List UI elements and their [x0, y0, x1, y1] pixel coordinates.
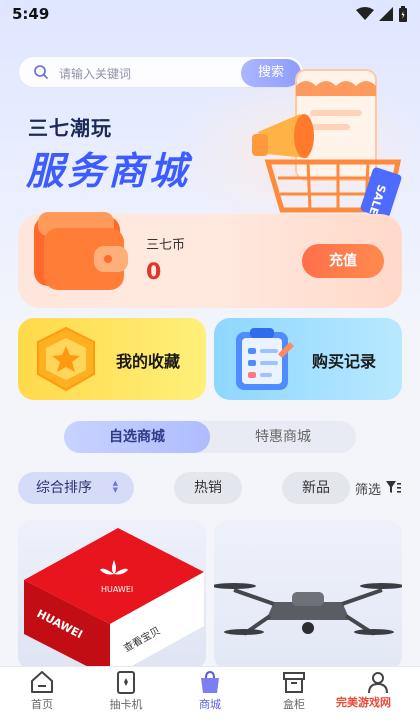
coin-balance-card: 三七币 0 充值 — [18, 212, 402, 308]
nav-label: 商城 — [199, 698, 221, 711]
coin-label: 三七币 — [146, 238, 186, 253]
status-icons — [356, 6, 408, 22]
wifi-icon — [356, 7, 374, 20]
profile-icon — [368, 672, 388, 694]
brand-subtitle: 三七潮玩 — [28, 116, 112, 140]
signal-icon — [379, 7, 393, 21]
coin-value: 0 — [146, 260, 162, 285]
star-badge-icon — [37, 326, 95, 392]
battery-icon — [399, 6, 407, 22]
nav-item-box-cabinet[interactable]: 盒柜 — [264, 669, 324, 719]
search-input[interactable]: 请输入关键词 — [59, 65, 131, 82]
search-icon — [34, 65, 48, 79]
filter-button[interactable]: 筛选 — [355, 479, 381, 498]
brand-title: 服务商城 — [26, 149, 191, 193]
nav-item-home[interactable]: 首页 — [12, 669, 72, 719]
sort-composite-button[interactable]: 综合排序 ▲ ▼ — [18, 472, 134, 504]
home-icon — [31, 671, 53, 693]
bottom-navigation: 首页 抽卡机 商城 盒柜 — [0, 666, 420, 720]
recharge-button[interactable]: 充值 — [302, 244, 384, 278]
wallet-icon — [34, 212, 128, 290]
nav-label: 抽卡机 — [109, 698, 143, 711]
card-machine-icon — [117, 671, 135, 694]
sort-hot-button[interactable]: 热销 — [174, 472, 242, 504]
purchases-label: 购买记录 — [312, 352, 377, 371]
nav-item-mall[interactable]: 商城 — [180, 669, 240, 719]
sort-arrows-icon: ▲ ▼ — [112, 479, 118, 494]
tab-self-select-mall[interactable]: 自选商城 — [64, 421, 210, 453]
shopping-bag-icon — [201, 670, 219, 693]
filter-icon[interactable] — [385, 479, 401, 495]
favorites-label: 我的收藏 — [116, 352, 181, 371]
clipboard-list-icon — [236, 328, 294, 390]
nav-item-card-machine[interactable]: 抽卡机 — [96, 669, 156, 719]
status-bar: 5:49 — [0, 0, 420, 28]
product-card[interactable] — [214, 520, 402, 670]
watermark: 完美游戏网 — [336, 696, 391, 709]
megaphone-cart-illustration: SALE — [252, 69, 402, 219]
box-brand-text: HUAWEI — [101, 585, 133, 594]
status-time: 5:49 — [12, 5, 50, 23]
purchase-records-tile[interactable]: 购买记录 — [214, 318, 402, 400]
favorites-tile[interactable]: 我的收藏 — [18, 318, 206, 400]
mall-segment-control: 自选商城 特惠商城 — [64, 421, 356, 453]
sort-new-button[interactable]: 新品 — [282, 472, 350, 504]
product-card[interactable]: HUAWEI HUAWEI 查看宝贝 — [18, 520, 206, 670]
tab-special-offer-mall[interactable]: 特惠商城 — [210, 421, 356, 453]
drone-image — [214, 583, 402, 636]
nav-label: 首页 — [31, 698, 53, 711]
sort-composite-label: 综合排序 — [36, 480, 92, 496]
nav-label: 盒柜 — [283, 698, 305, 711]
box-cabinet-icon — [283, 672, 305, 693]
huawei-gift-box-image: HUAWEI HUAWEI 查看宝贝 — [24, 528, 204, 670]
